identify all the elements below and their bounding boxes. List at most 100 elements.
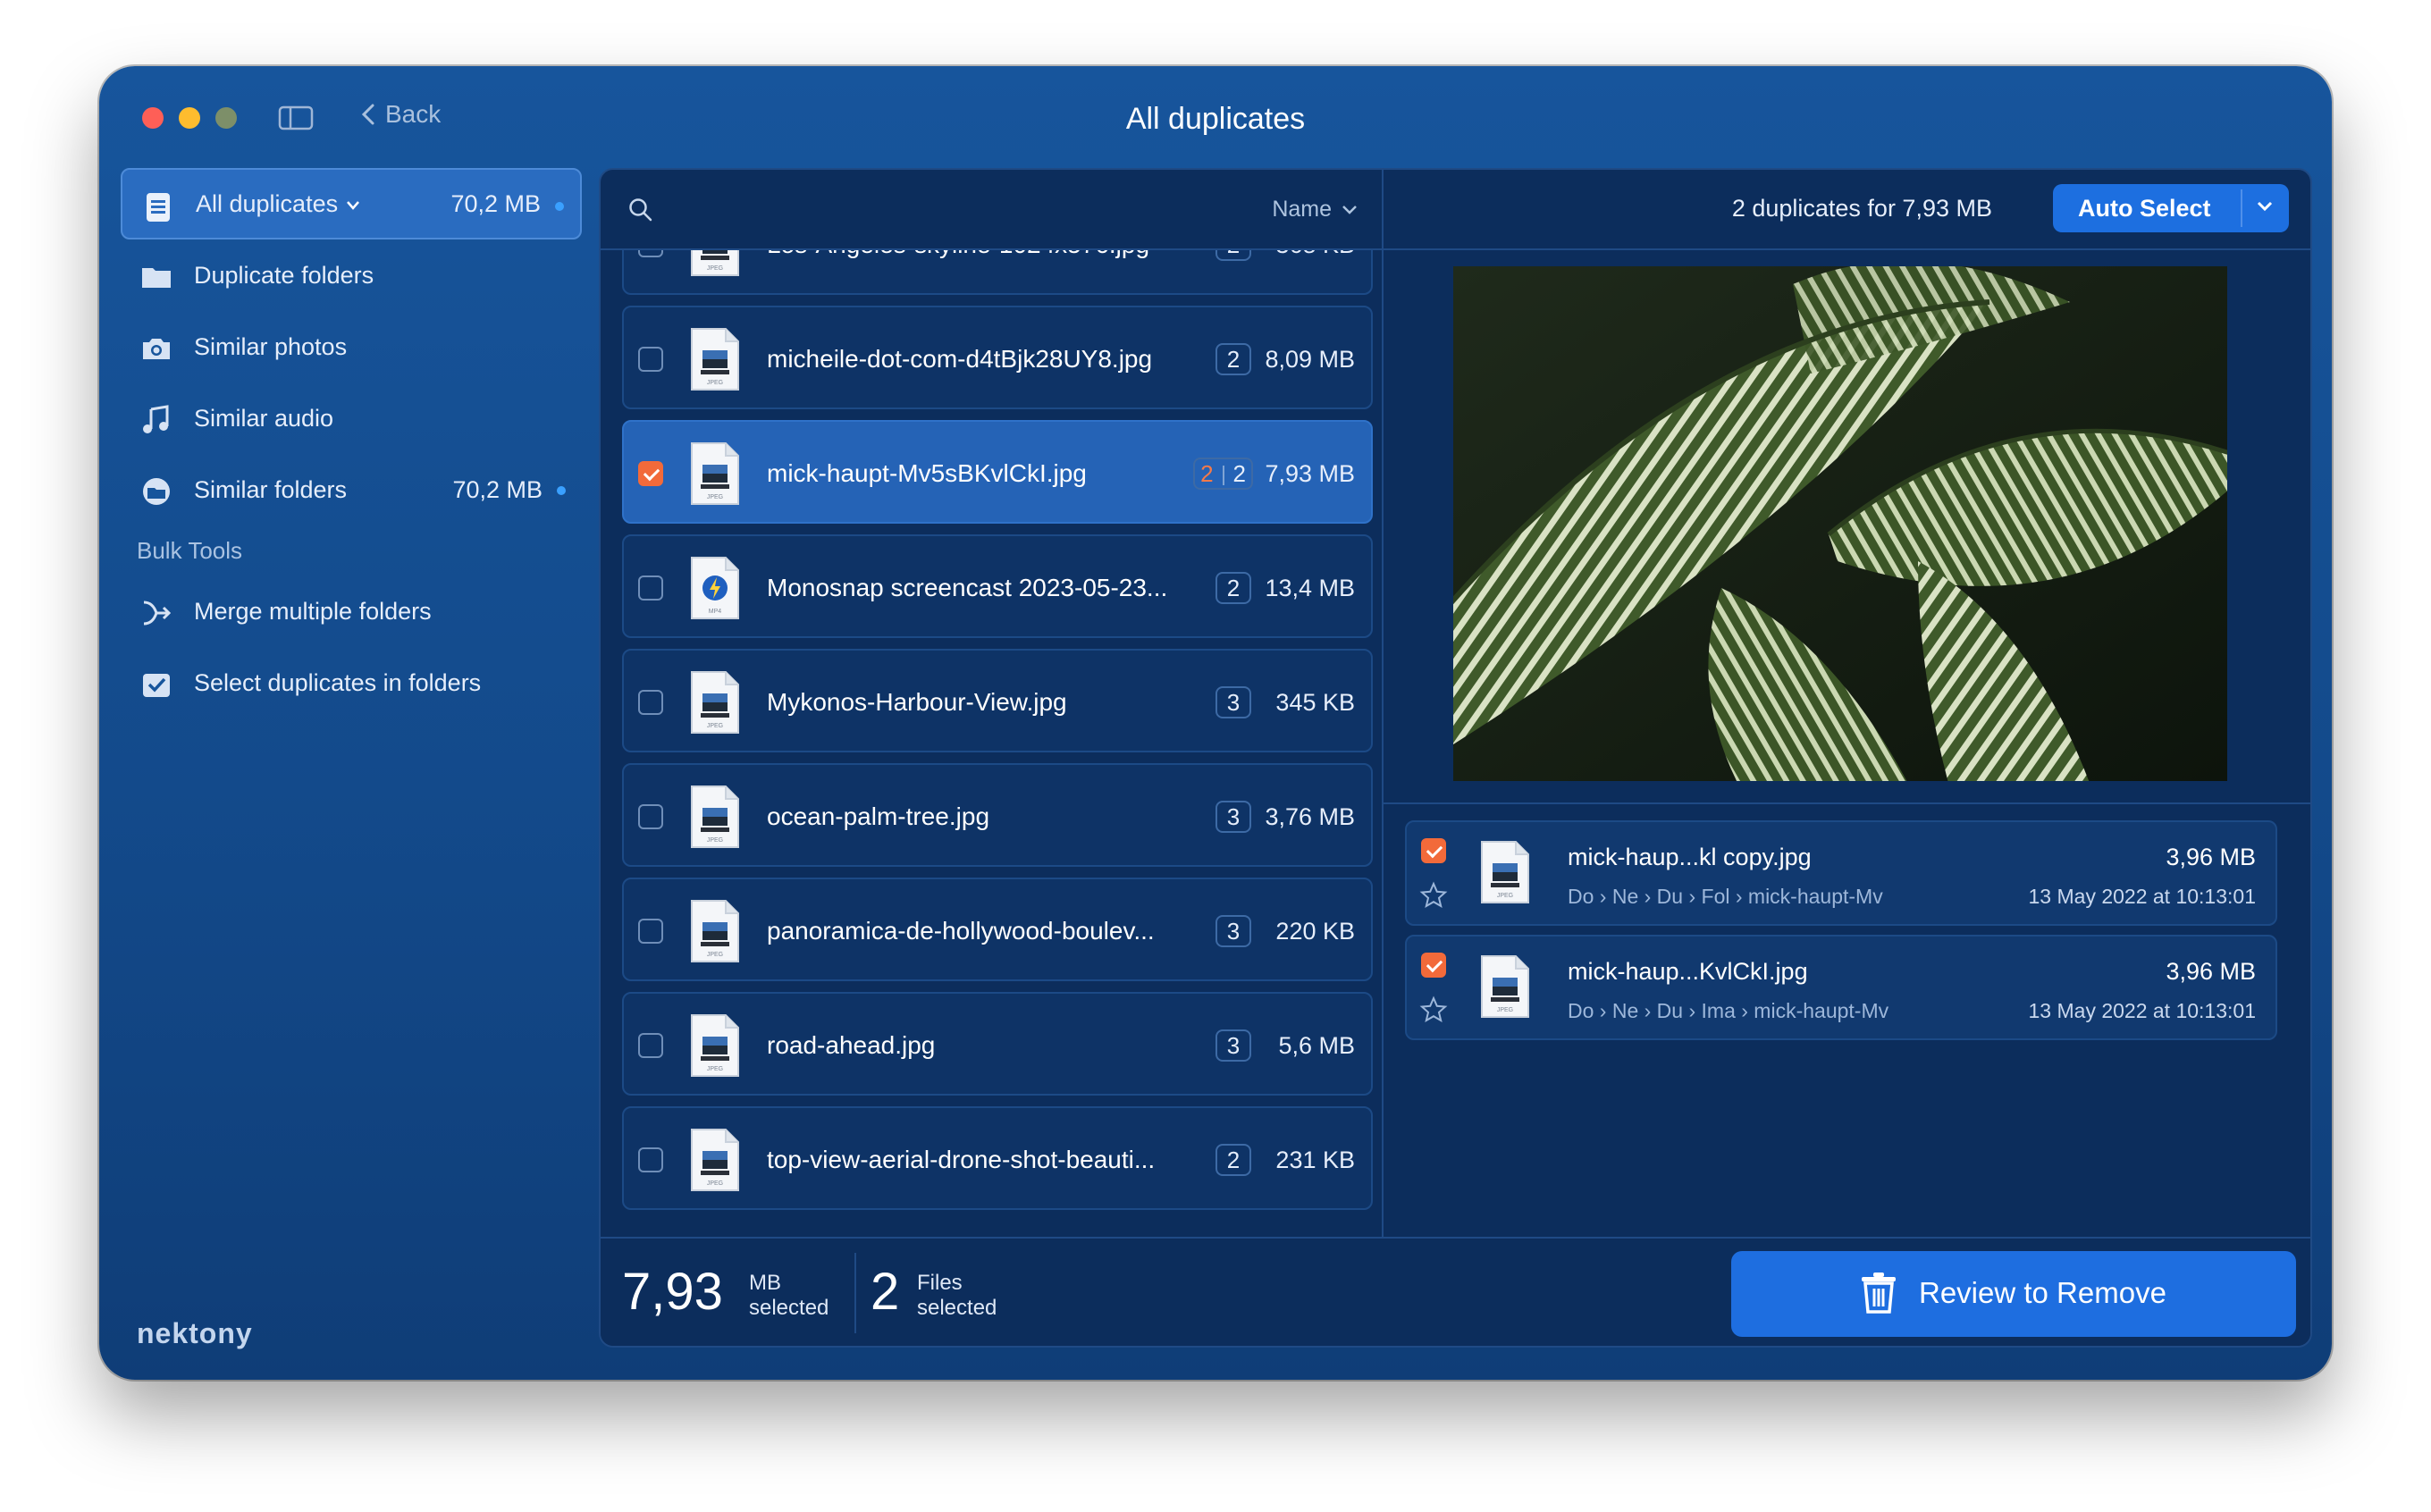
chevron-down-icon[interactable] bbox=[2251, 193, 2278, 220]
list-item[interactable]: top-view-aerial-drone-shot-beauti... 2 2… bbox=[622, 1106, 1373, 1210]
file-list: Los-Angeles-skyline-1024x576.jpg 2 368 K… bbox=[601, 250, 1382, 1235]
file-size: 231 KB bbox=[1275, 1147, 1355, 1173]
jpeg-file-icon bbox=[690, 250, 740, 277]
trash-icon bbox=[1862, 1273, 1896, 1314]
file-name: road-ahead.jpg bbox=[767, 1031, 936, 1059]
titlebar: Back All duplicates bbox=[99, 66, 2332, 173]
file-name: ocean-palm-tree.jpg bbox=[767, 802, 990, 830]
jpeg-file-icon bbox=[690, 670, 740, 735]
file-size: 13,4 MB bbox=[1265, 575, 1355, 601]
file-name: Los-Angeles-skyline-1024x576.jpg bbox=[767, 250, 1149, 297]
mp4-file-icon bbox=[690, 556, 740, 620]
chevron-down-icon bbox=[346, 200, 359, 210]
selected-count: 2 bbox=[1200, 460, 1214, 487]
duplicate-count-badge: 3 bbox=[1216, 1029, 1251, 1062]
row-checkbox[interactable] bbox=[638, 575, 663, 601]
sidebar: All duplicates 70,2 MB Duplicate folders… bbox=[121, 168, 582, 718]
folder-icon bbox=[142, 268, 171, 288]
search-icon[interactable] bbox=[627, 197, 654, 223]
jpeg-file-icon bbox=[690, 1013, 740, 1078]
row-checkbox[interactable] bbox=[638, 804, 663, 829]
duplicate-date: 13 May 2022 at 10:13:01 bbox=[2028, 885, 2256, 908]
file-list-column: Name Los-Angeles-skyline-1024x576.jpg 2 … bbox=[601, 170, 1384, 1237]
list-item[interactable]: Monosnap screencast 2023-05-23... 2 13,4… bbox=[622, 534, 1373, 638]
sidebar-item-merge-folders[interactable]: Merge multiple folders bbox=[121, 575, 582, 647]
duplicate-path: Do › Ne › Du › Ima › mick-haupt-Mv bbox=[1568, 999, 1889, 1022]
sort-dropdown[interactable]: Name bbox=[1272, 197, 1358, 223]
music-note-icon bbox=[143, 405, 169, 433]
sidebar-item-duplicate-folders[interactable]: Duplicate folders bbox=[121, 239, 582, 311]
duplicate-count-badge: 3 bbox=[1216, 801, 1251, 833]
sidebar-item-select-duplicates[interactable]: Select duplicates in folders bbox=[121, 647, 582, 718]
row-checkbox[interactable] bbox=[638, 1147, 663, 1172]
duplicate-count-badge: 2 bbox=[1216, 343, 1251, 375]
jpeg-file-icon bbox=[1480, 840, 1530, 904]
row-checkbox[interactable] bbox=[638, 347, 663, 372]
status-dot bbox=[555, 202, 564, 211]
list-item[interactable]: micheile-dot-com-d4tBjk28UY8.jpg 2 8,09 … bbox=[622, 306, 1373, 409]
duplicate-checkbox[interactable] bbox=[1421, 953, 1446, 978]
duplicate-name: mick-haup...kl copy.jpg bbox=[1568, 844, 1812, 870]
auto-select-button[interactable]: Auto Select bbox=[2053, 184, 2289, 232]
file-size: 3,76 MB bbox=[1265, 803, 1355, 830]
duplicate-count-badge: 2 bbox=[1216, 250, 1251, 261]
list-item[interactable]: panoramica-de-hollywood-boulev... 3 220 … bbox=[622, 878, 1373, 981]
sidebar-item-label: Select duplicates in folders bbox=[194, 668, 482, 696]
detail-column: 2 duplicates for 7,93 MB Auto Select mic… bbox=[1384, 170, 2310, 1237]
duplicates-summary: 2 duplicates for 7,93 MB bbox=[1731, 195, 1992, 222]
divider bbox=[1384, 802, 2310, 804]
jpeg-file-icon bbox=[690, 441, 740, 506]
review-to-remove-button[interactable]: Review to Remove bbox=[1731, 1251, 2296, 1337]
chevron-down-icon bbox=[1342, 205, 1357, 214]
list-item[interactable]: road-ahead.jpg 3 5,6 MB bbox=[622, 992, 1373, 1096]
file-size: 345 KB bbox=[1275, 689, 1355, 716]
sidebar-item-similar-audio[interactable]: Similar audio bbox=[121, 382, 582, 454]
file-name: panoramica-de-hollywood-boulev... bbox=[767, 917, 1155, 945]
similar-folders-icon bbox=[143, 478, 170, 505]
sidebar-item-similar-photos[interactable]: Similar photos bbox=[121, 311, 582, 382]
bulk-tools-heading: Bulk Tools bbox=[137, 536, 243, 564]
row-checkbox[interactable] bbox=[638, 461, 663, 486]
sidebar-item-label: Similar photos bbox=[194, 332, 348, 360]
footer-bar: 7,93 MB selected 2 Files selected Review… bbox=[601, 1237, 2310, 1346]
image-preview bbox=[1453, 266, 2227, 781]
sidebar-item-size: 70,2 MB bbox=[450, 189, 541, 217]
list-item[interactable]: Los-Angeles-skyline-1024x576.jpg 2 368 K… bbox=[622, 250, 1373, 295]
duplicate-checkbox[interactable] bbox=[1421, 838, 1446, 863]
jpeg-file-icon bbox=[690, 785, 740, 849]
sidebar-item-label: Similar folders bbox=[194, 475, 348, 503]
duplicate-size: 3,96 MB bbox=[2166, 844, 2256, 870]
duplicate-item[interactable]: mick-haup...KvlCkI.jpg Do › Ne › Du › Im… bbox=[1405, 935, 2277, 1040]
list-item-selected[interactable]: mick-haupt-Mv5sBKvlCkI.jpg 22 7,93 MB bbox=[622, 420, 1373, 524]
selected-files-label: selected bbox=[917, 1296, 997, 1320]
sidebar-item-label: Merge multiple folders bbox=[194, 597, 432, 625]
list-header: Name bbox=[601, 170, 1382, 250]
row-checkbox[interactable] bbox=[638, 1033, 663, 1058]
sidebar-item-size: 70,2 MB bbox=[452, 475, 543, 503]
row-checkbox[interactable] bbox=[638, 250, 663, 257]
sidebar-item-label: Duplicate folders bbox=[194, 261, 374, 289]
document-icon bbox=[147, 193, 170, 222]
star-icon[interactable] bbox=[1419, 881, 1448, 910]
selected-size-unit: MB bbox=[749, 1271, 781, 1295]
row-checkbox[interactable] bbox=[638, 690, 663, 715]
list-item[interactable]: ocean-palm-tree.jpg 3 3,76 MB bbox=[622, 763, 1373, 867]
sidebar-item-label: All duplicates bbox=[196, 190, 361, 218]
star-icon[interactable] bbox=[1419, 995, 1448, 1024]
sidebar-item-similar-folders[interactable]: Similar folders 70,2 MB bbox=[121, 454, 582, 525]
duplicate-item[interactable]: mick-haup...kl copy.jpg Do › Ne › Du › F… bbox=[1405, 820, 2277, 926]
list-item[interactable]: Mykonos-Harbour-View.jpg 3 345 KB bbox=[622, 649, 1373, 752]
auto-select-label: Auto Select bbox=[2078, 195, 2211, 222]
camera-icon bbox=[143, 339, 170, 359]
review-label: Review to Remove bbox=[1919, 1276, 2166, 1309]
brand-logo: nektony bbox=[137, 1317, 253, 1349]
checkbox-icon bbox=[143, 674, 170, 697]
jpeg-file-icon bbox=[690, 327, 740, 391]
file-size: 220 KB bbox=[1275, 918, 1355, 945]
file-name: Mykonos-Harbour-View.jpg bbox=[767, 688, 1067, 716]
duplicate-count-badge: 3 bbox=[1216, 915, 1251, 947]
sidebar-item-all-duplicates[interactable]: All duplicates 70,2 MB bbox=[121, 168, 582, 239]
row-checkbox[interactable] bbox=[638, 919, 663, 944]
file-name: micheile-dot-com-d4tBjk28UY8.jpg bbox=[767, 345, 1153, 373]
duplicate-name: mick-haup...KvlCkI.jpg bbox=[1568, 958, 1808, 985]
